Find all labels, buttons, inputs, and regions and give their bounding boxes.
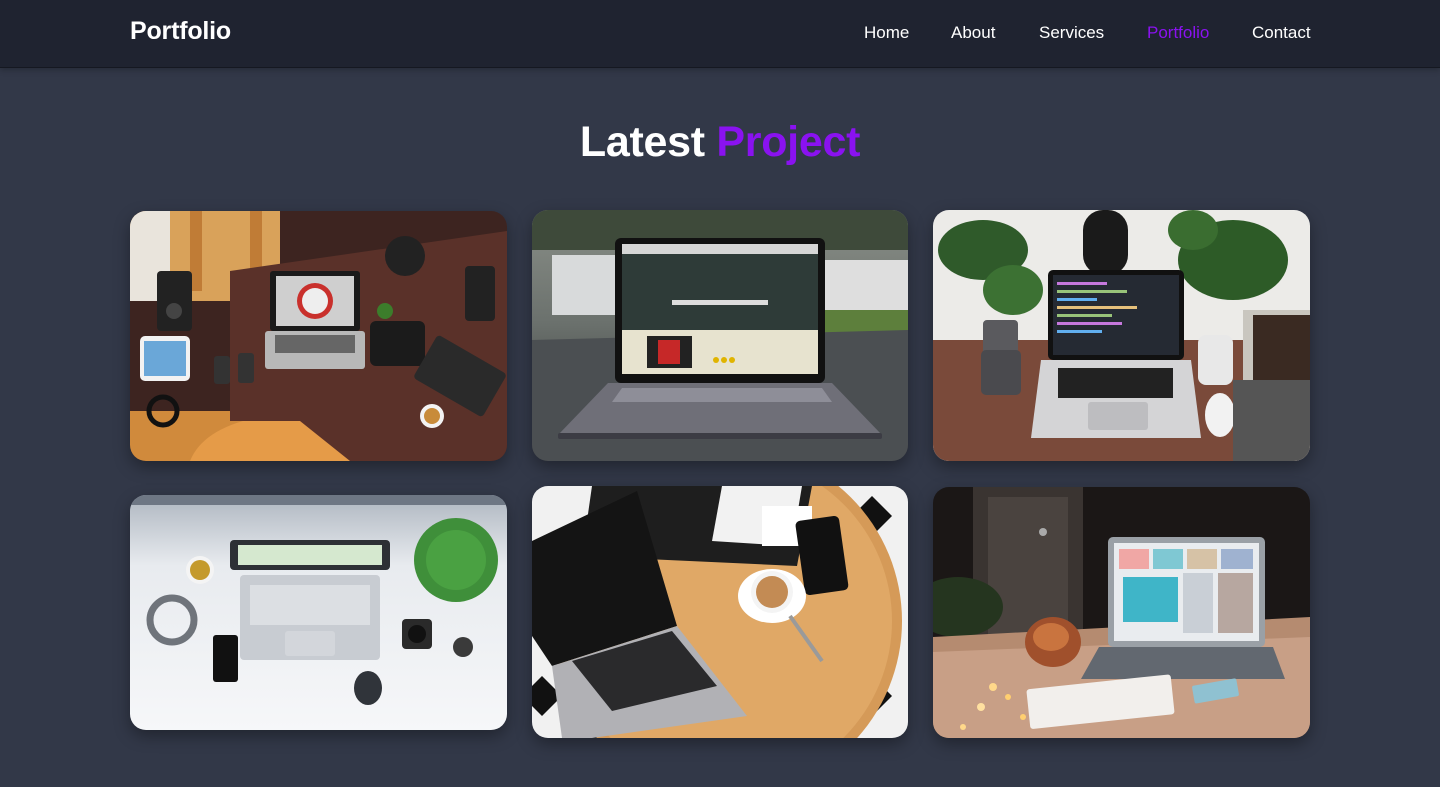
nav-link-portfolio[interactable]: Portfolio (1147, 23, 1209, 43)
laptop-lights-table-image (933, 487, 1310, 738)
section-title: Latest Project (0, 118, 1440, 167)
section-title-accent: Project (716, 118, 861, 166)
project-card-5[interactable] (532, 486, 908, 738)
project-card-3[interactable] (933, 210, 1310, 461)
nav-link-contact[interactable]: Contact (1252, 23, 1311, 43)
laptop-code-plants-image (933, 210, 1310, 461)
nav-links: Home About Services Portfolio Contact (0, 23, 1440, 45)
nav-link-about[interactable]: About (951, 23, 995, 43)
nav-link-services[interactable]: Services (1039, 23, 1104, 43)
laptop-glass-table-image (532, 210, 908, 461)
project-card-1[interactable] (130, 211, 507, 461)
project-card-2[interactable] (532, 210, 908, 461)
desk-workspace-image (130, 211, 507, 461)
project-card-6[interactable] (933, 487, 1310, 738)
nav-link-home[interactable]: Home (864, 23, 909, 43)
laptop-coffee-table-image (532, 486, 908, 738)
white-desk-flatlay-image (130, 495, 507, 730)
section-title-main: Latest (579, 118, 705, 166)
navbar: Portfolio Home About Services Portfolio … (0, 0, 1440, 68)
project-card-4[interactable] (130, 495, 507, 730)
